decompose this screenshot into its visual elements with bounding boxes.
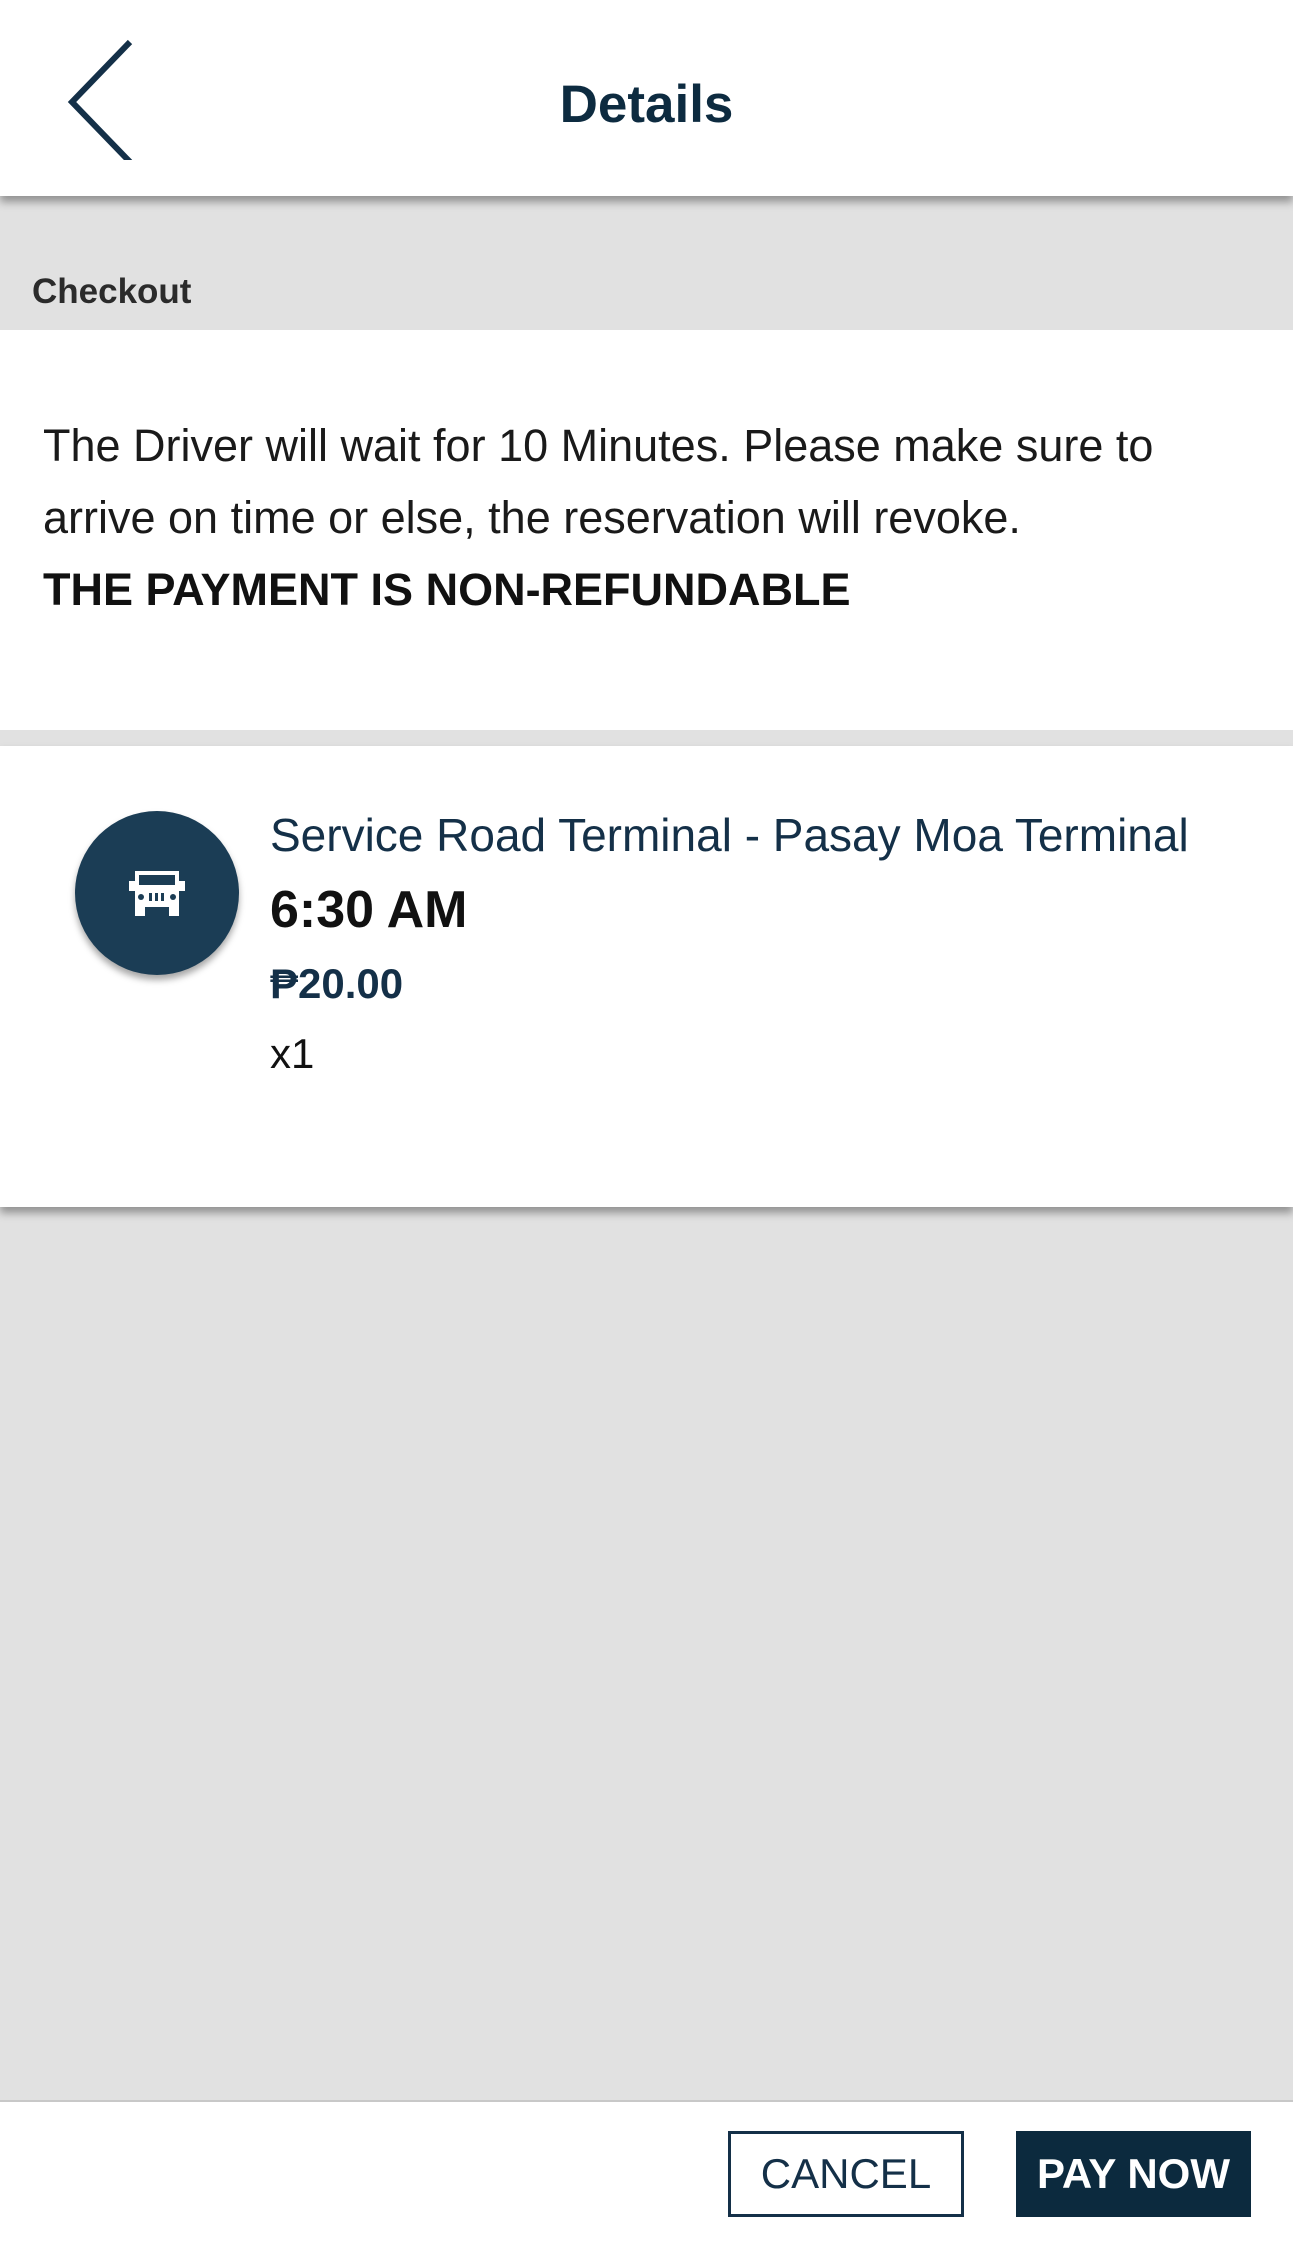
notice-message: The Driver will wait for 10 Minutes. Ple… xyxy=(43,420,1154,543)
trip-price: ₱20.00 xyxy=(270,960,404,1007)
trip-route: Service Road Terminal - Pasay Moa Termin… xyxy=(270,809,1189,861)
jeepney-icon xyxy=(129,871,185,916)
vehicle-avatar xyxy=(75,811,239,975)
non-refundable-warning: THE PAYMENT IS NON-REFUNDABLE xyxy=(43,564,851,615)
section-label-checkout: Checkout xyxy=(32,272,192,311)
pay-now-button[interactable]: PAY NOW xyxy=(1016,2131,1251,2217)
app-header: Details xyxy=(0,0,1293,196)
page-title: Details xyxy=(559,75,734,134)
trip-time: 6:30 AM xyxy=(270,881,468,939)
cancel-button[interactable]: CANCEL xyxy=(728,2131,964,2217)
notice-text: The Driver will wait for 10 Minutes. Ple… xyxy=(43,410,1273,626)
trip-quantity: x1 xyxy=(270,1030,315,1077)
